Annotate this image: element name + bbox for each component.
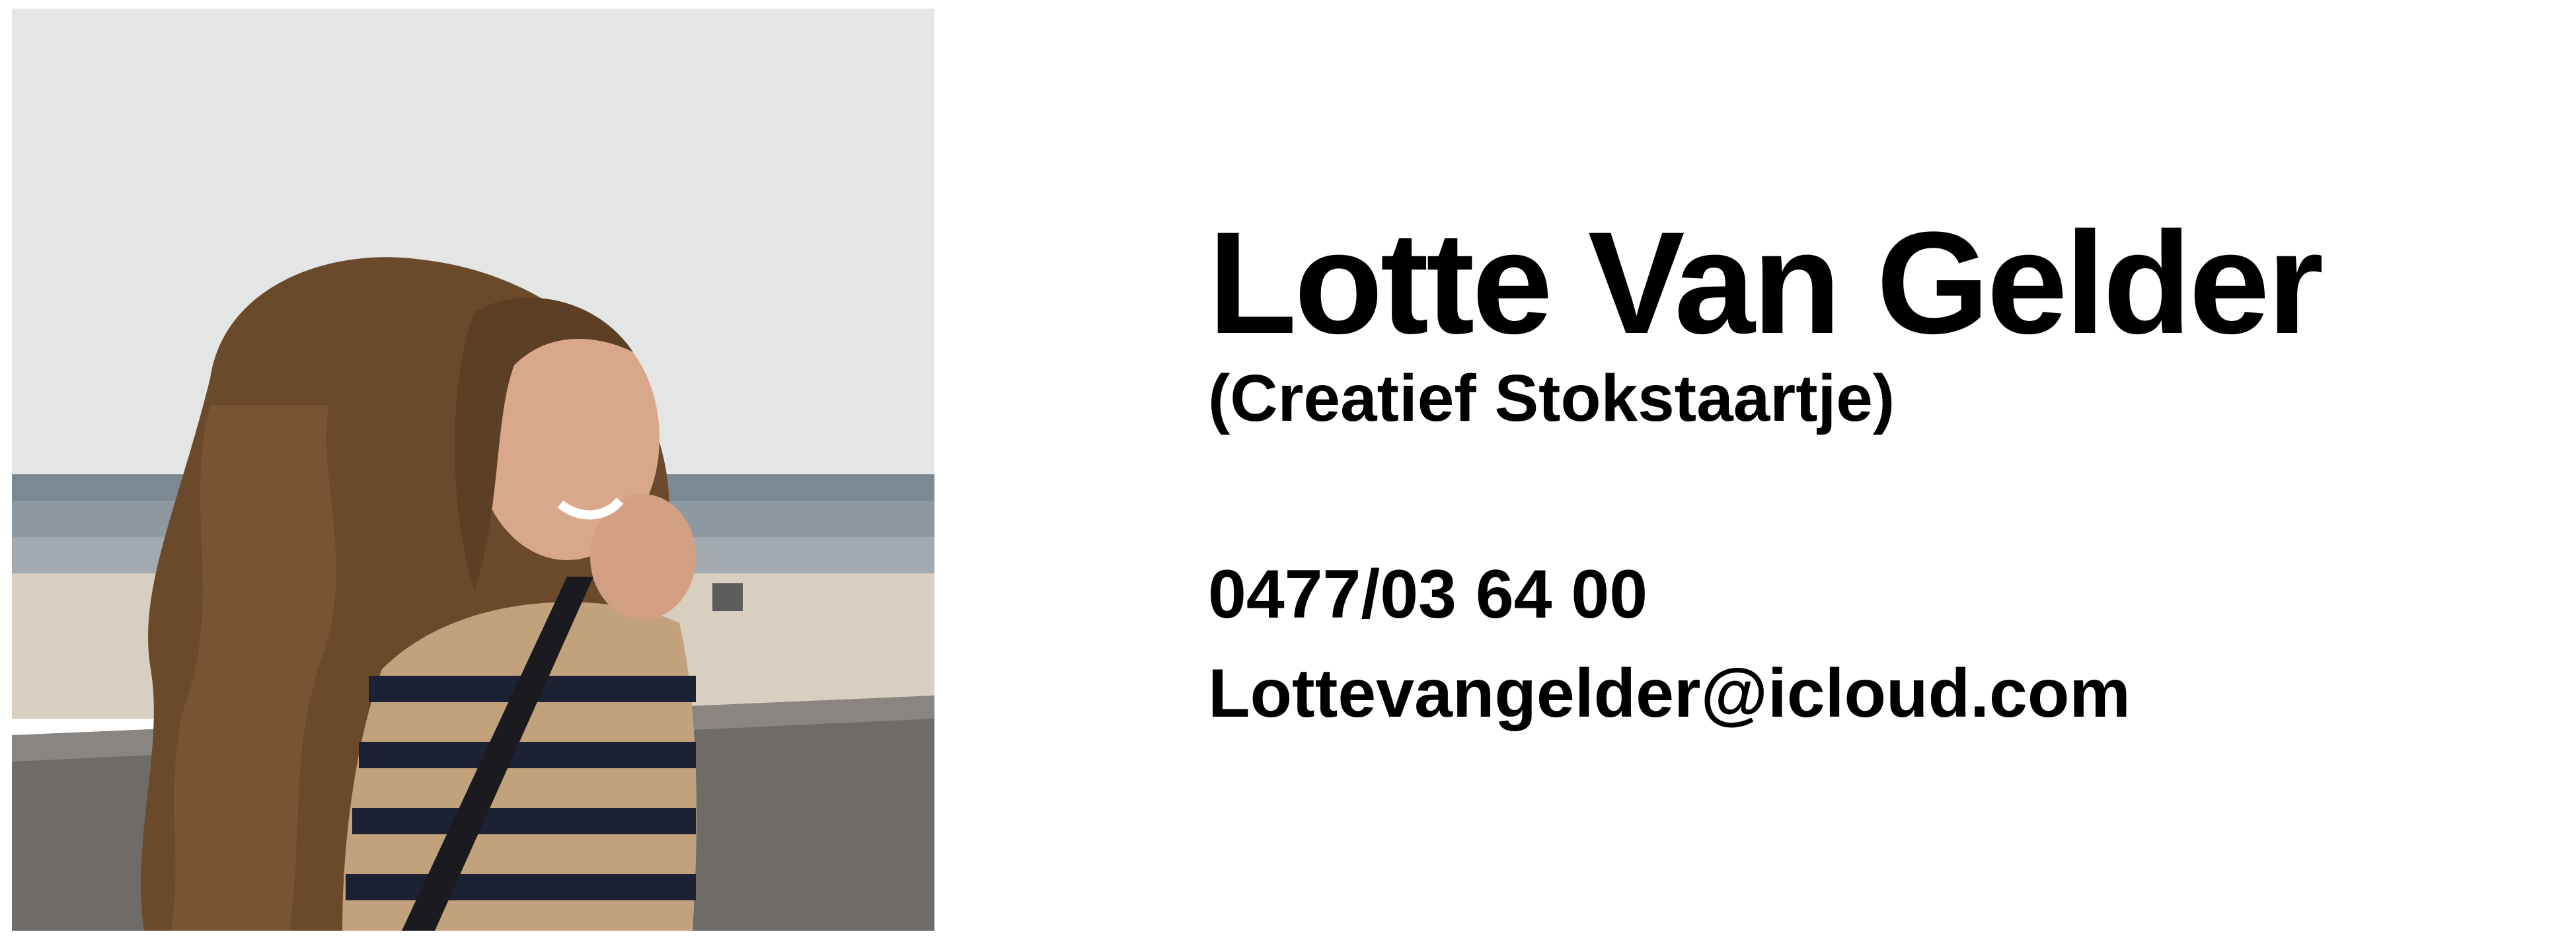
email-address[interactable]: Lottevangelder@icloud.com	[1208, 644, 2464, 743]
person-nickname: (Creatief Stokstaartje)	[1208, 361, 1895, 435]
beach-portrait-image	[12, 9, 934, 931]
contact-card: Lotte Van Gelder (Creatief Stokstaartje)…	[1208, 210, 2464, 743]
profile-photo	[12, 9, 934, 931]
contact-details: 0477/03 64 00 Lottevangelder@icloud.com	[1208, 545, 2464, 743]
phone-number[interactable]: 0477/03 64 00	[1208, 545, 2464, 644]
person-name: Lotte Van Gelder	[1208, 201, 2324, 364]
